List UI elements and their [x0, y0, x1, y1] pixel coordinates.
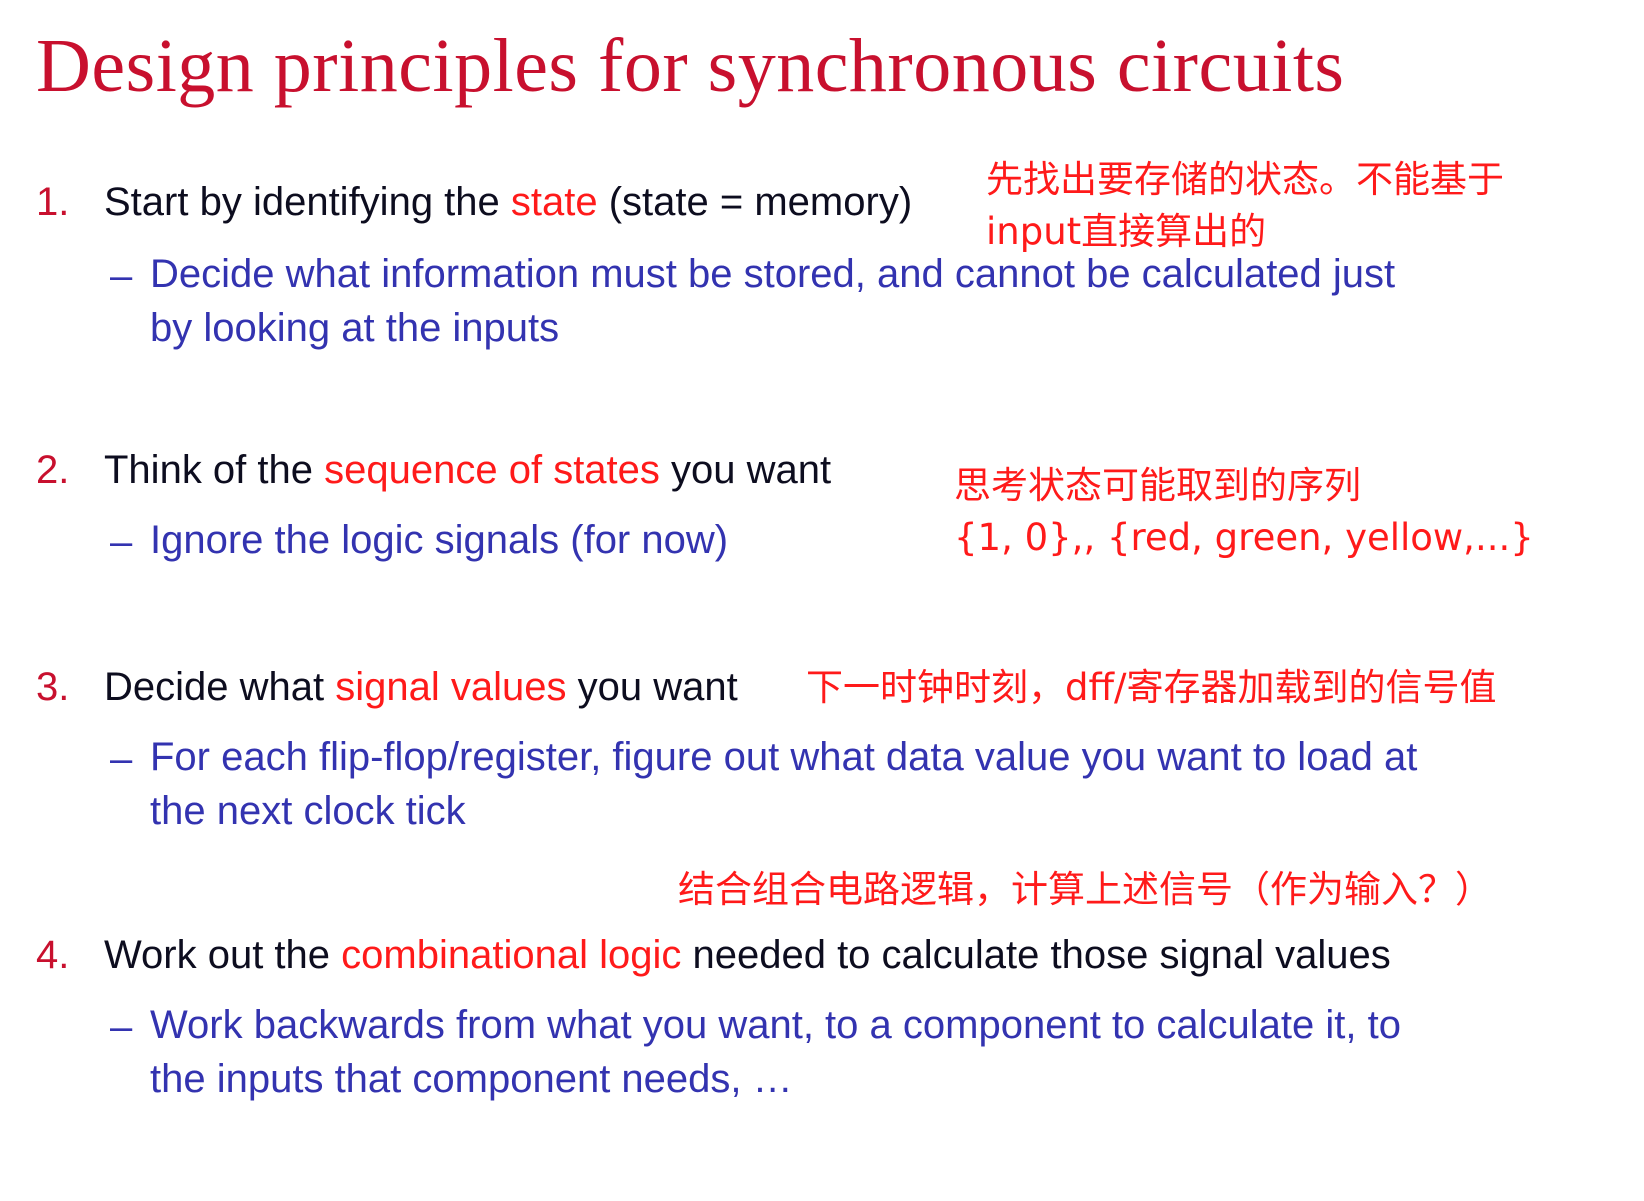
item-3-text-lead: Decide what — [104, 665, 336, 709]
item-3-sub-line-1: For each flip-flop/register, figure out … — [150, 735, 1418, 779]
item-3-sub-line-2: the next clock tick — [150, 789, 466, 833]
item-2-text: Think of the sequence of states you want — [104, 450, 831, 490]
item-4-annotation: 结合组合电路逻辑，计算上述信号（作为输入？） — [678, 864, 1492, 916]
item-3-number: 3. — [36, 665, 70, 709]
item-1-text-tail: (state = memory) — [597, 180, 913, 224]
item-4-sub-dash: – — [110, 1005, 133, 1049]
item-1-sub: Decide what information must be stored, … — [150, 247, 1395, 355]
item-4-text-lead: Work out the — [104, 933, 342, 977]
item-3-keyword: signal values — [335, 665, 567, 709]
item-1-keyword: state — [510, 180, 598, 224]
item-4-sub: Work backwards from what you want, to a … — [150, 998, 1401, 1106]
item-4-sub-line-2: the inputs that component needs, … — [150, 1057, 793, 1101]
item-4-annotation-line-1: 结合组合电路逻辑，计算上述信号（作为输入？） — [678, 868, 1492, 911]
item-1-number: 1. — [36, 180, 70, 224]
item-2-keyword: sequence of states — [324, 448, 660, 492]
item-1-text: Start by identifying the state (state = … — [104, 182, 912, 222]
item-2-annotation-line-1: 思考状态可能取到的序列 — [954, 464, 1361, 507]
item-4-sub-line-1: Work backwards from what you want, to a … — [150, 1003, 1401, 1047]
item-2-sub-line-1: Ignore the logic signals (for now) — [150, 518, 729, 562]
item-1-sub-line-2: by looking at the inputs — [150, 306, 560, 350]
item-3-annotation-line-1: 下一时钟时刻，dff/寄存器加载到的信号值 — [806, 666, 1497, 709]
item-2-number: 2. — [36, 448, 70, 492]
item-2-sub-dash: – — [110, 520, 133, 564]
item-4-text: Work out the combinational logic needed … — [104, 935, 1391, 975]
item-3-sub: For each flip-flop/register, figure out … — [150, 730, 1417, 838]
item-1-text-lead: Start by identifying the — [104, 180, 511, 224]
item-4-text-tail: needed to calculate those signal values — [681, 933, 1391, 977]
item-4-keyword: combinational logic — [341, 933, 682, 977]
item-2-text-tail: you want — [659, 448, 832, 492]
item-4-number: 4. — [36, 933, 70, 977]
item-3-text-tail: you want — [566, 665, 738, 709]
item-2-text-lead: Think of the — [104, 448, 325, 492]
item-1-annotation-line-1: 先找出要存储的状态。不能基于 — [986, 158, 1504, 201]
item-1-annotation: 先找出要存储的状态。不能基于 input直接算出的 — [986, 154, 1504, 258]
item-2-sub: Ignore the logic signals (for now) — [150, 513, 728, 567]
item-1-sub-dash: – — [110, 254, 133, 298]
item-2-annotation: 思考状态可能取到的序列 {1, 0},, {red, green, yellow… — [954, 460, 1534, 564]
item-3-sub-dash: – — [110, 737, 133, 781]
item-3-text: Decide what signal values you want — [104, 667, 738, 707]
item-1-annotation-line-2: input直接算出的 — [986, 210, 1267, 253]
item-2-annotation-line-2: {1, 0},, {red, green, yellow,...} — [954, 516, 1534, 559]
slide-title: Design principles for synchronous circui… — [36, 24, 1345, 108]
item-3-annotation: 下一时钟时刻，dff/寄存器加载到的信号值 — [806, 662, 1496, 714]
